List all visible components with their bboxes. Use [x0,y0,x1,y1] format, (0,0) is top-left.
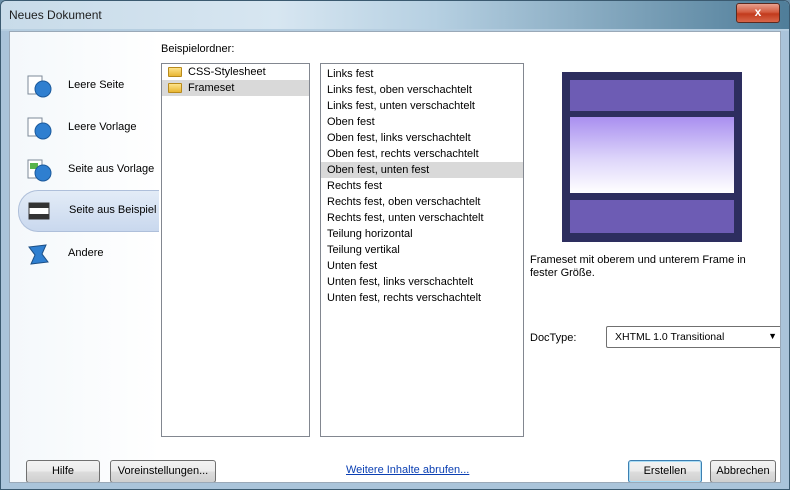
nav-label: Leere Seite [68,79,125,91]
nav-item-page-from-template[interactable]: Seite aus Vorlage [18,150,158,190]
other-icon [28,244,49,265]
sample-folder-list[interactable]: CSS-Stylesheet Frameset [161,63,310,437]
page-item[interactable]: Unten fest [321,258,523,274]
nav-item-page-from-sample[interactable]: Seite aus Beispiel [18,190,159,232]
new-document-dialog: Neues Dokument x Leere Seite Leere Vorla… [0,0,790,490]
page-item[interactable]: Oben fest, links verschachtelt [321,130,523,146]
folder-label: Frameset [188,82,235,94]
page-item[interactable]: Oben fest, rechts verschachtelt [321,146,523,162]
page-item[interactable]: Rechts fest, unten verschachtelt [321,210,523,226]
nav-item-blank-page[interactable]: Leere Seite [18,66,158,106]
preview-top-frame [570,80,734,111]
sample-page-list[interactable]: Links fest Links fest, oben verschachtel… [320,63,524,437]
folder-icon [168,83,182,93]
dialog-content: Leere Seite Leere Vorlage Seite aus Vorl… [9,31,781,483]
sample-folder-label: Beispielordner: [161,43,235,55]
nav-label: Andere [68,247,104,259]
doctype-select[interactable]: XHTML 1.0 Transitional ▼ [606,326,780,348]
folder-item-css-stylesheet[interactable]: CSS-Stylesheet [162,64,309,80]
preview-description: Frameset mit oberem und unterem Frame in… [530,254,746,279]
blank-template-icon [27,117,52,140]
nav-label: Leere Vorlage [68,121,137,133]
layout-preview [562,72,742,242]
page-item[interactable]: Links fest, oben verschachtelt [321,82,523,98]
title-bar[interactable]: Neues Dokument x [1,1,789,29]
nav-label: Seite aus Vorlage [68,163,155,175]
page-item[interactable]: Unten fest, links verschachtelt [321,274,523,290]
folder-label: CSS-Stylesheet [188,66,266,78]
page-from-sample-icon [28,202,50,220]
page-item[interactable]: Links fest [321,66,523,82]
nav-item-blank-template[interactable]: Leere Vorlage [18,108,158,148]
folder-item-frameset[interactable]: Frameset [162,80,309,96]
doctype-label: DocType: [530,332,577,344]
category-nav: Leere Seite Leere Vorlage Seite aus Vorl… [10,32,160,482]
help-button[interactable]: Hilfe [26,460,100,482]
nav-label: Seite aus Beispiel [69,204,157,216]
nav-item-other[interactable]: Andere [18,234,158,274]
page-item[interactable]: Rechts fest, oben verschachtelt [321,194,523,210]
dialog-footer: Hilfe Voreinstellungen... Weitere Inhalt… [10,436,780,482]
cancel-button[interactable]: Abbrechen [710,460,776,482]
window-title: Neues Dokument [9,8,102,22]
dropdown-arrow-icon: ▼ [768,331,777,341]
doctype-value: XHTML 1.0 Transitional [615,331,725,343]
page-item[interactable]: Teilung horizontal [321,226,523,242]
close-button[interactable]: x [736,3,780,23]
page-item[interactable]: Oben fest, unten fest [321,162,523,178]
page-item[interactable]: Unten fest, rechts verschachtelt [321,290,523,306]
create-button[interactable]: Erstellen [628,460,702,482]
preview-main-frame [570,117,734,193]
page-item[interactable]: Oben fest [321,114,523,130]
page-item[interactable]: Teilung vertikal [321,242,523,258]
preview-bottom-frame [570,200,734,233]
more-content-link[interactable]: Weitere Inhalte abrufen... [346,464,469,476]
preferences-button[interactable]: Voreinstellungen... [110,460,216,482]
page-from-template-icon [27,159,52,182]
folder-icon [168,67,182,77]
page-item[interactable]: Links fest, unten verschachtelt [321,98,523,114]
page-item[interactable]: Rechts fest [321,178,523,194]
blank-page-icon [27,75,52,98]
